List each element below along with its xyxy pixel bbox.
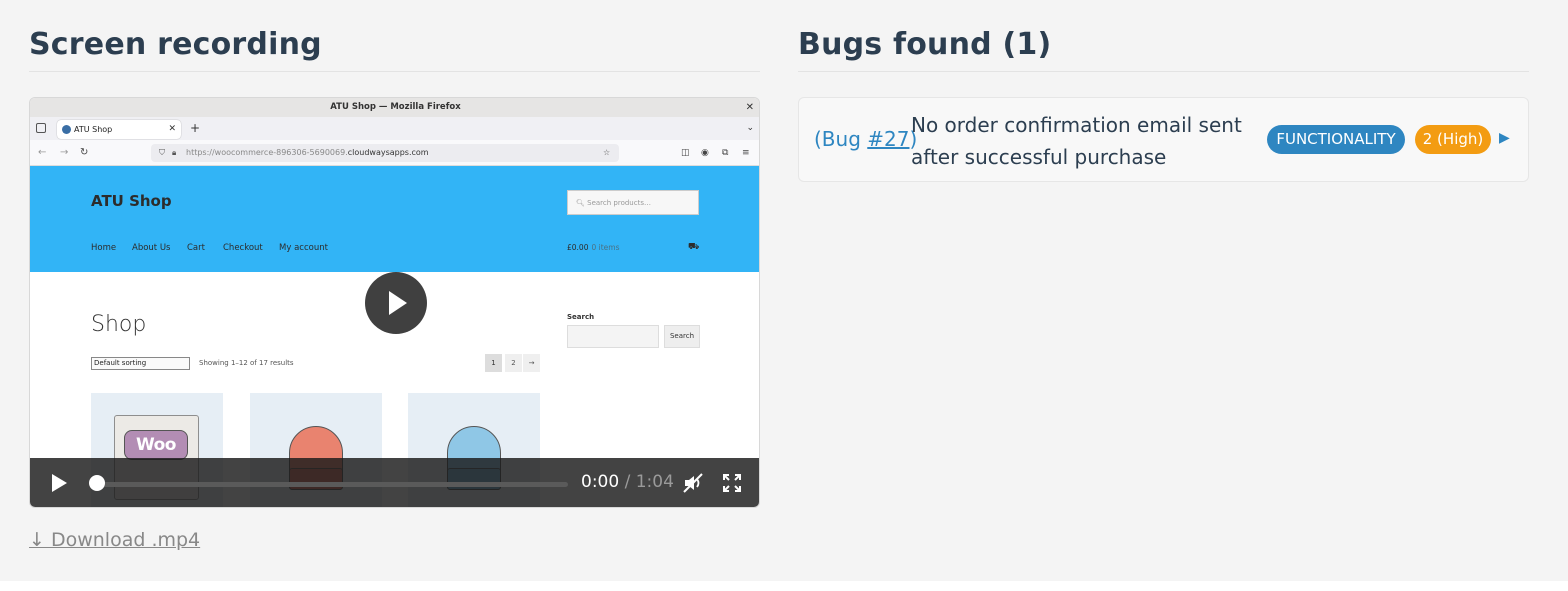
muted-speaker-icon[interactable] <box>682 472 704 494</box>
back-icon: ← <box>38 147 47 158</box>
url-prefix: https://woocommerce-896306-5690069. <box>186 148 348 157</box>
wordpress-icon <box>62 125 71 134</box>
new-tab-icon: + <box>190 121 201 135</box>
window-close-icon: ✕ <box>745 102 754 113</box>
bug-reference: (Bug #27) <box>814 127 917 151</box>
recording-divider <box>29 71 760 72</box>
bug-title: No order confirmation email sent after s… <box>911 113 1242 169</box>
sidebar-search-label: Search <box>567 313 595 321</box>
basket-icon: ⛟ <box>688 242 700 252</box>
bugs-heading: Bugs found (1) <box>798 27 1052 62</box>
play-icon <box>389 291 407 315</box>
browser-tab-label: ATU Shop <box>74 125 113 134</box>
shield-icon: ⛉ <box>159 148 165 157</box>
woo-logo: Woo <box>124 430 188 460</box>
url-domain: cloudwaysapps.com <box>347 148 429 157</box>
shop-page-2: 2 <box>505 354 522 372</box>
shop-nav-cart: Cart <box>187 243 205 253</box>
shop-site-title: ATU Shop <box>91 192 172 210</box>
tab-close-icon: ✕ <box>168 124 176 134</box>
reload-icon: ↻ <box>80 147 89 158</box>
tab-list-chevron-icon: ⌄ <box>746 123 754 133</box>
sidebar-search-button: Search <box>664 325 700 348</box>
shop-search-field: 🔍︎ Search products… <box>567 190 699 215</box>
duration: 1:04 <box>635 472 674 492</box>
seek-thumb[interactable] <box>89 475 105 491</box>
firefox-window-title: ATU Shop — Mozilla Firefox ✕ <box>30 98 759 117</box>
shop-nav-checkout: Checkout <box>223 243 263 253</box>
fullscreen-icon[interactable] <box>722 473 742 493</box>
shop-sorting-select: Default sorting <box>91 357 190 370</box>
shop-cart-items: 0 items <box>591 243 620 252</box>
bug-category-badge: FUNCTIONALITY <box>1267 125 1405 154</box>
bug-severity-badge: 2 (High) <box>1415 125 1491 154</box>
lock-icon: 🔒︎ <box>172 148 177 157</box>
recording-heading: Screen recording <box>29 27 322 62</box>
pocket-icon: ◫ <box>681 148 690 158</box>
bug-number-link[interactable]: #27 <box>867 127 909 151</box>
bookmark-star-icon: ☆ <box>603 148 611 157</box>
bug-ref-prefix: (Bug <box>814 127 868 151</box>
firefox-url-bar: ← → ↻ ⛉ 🔒︎ https://woocommerce-896306-56… <box>30 140 759 166</box>
video-controls: 0:00 / 1:04 <box>30 458 759 507</box>
time-display: 0:00 / 1:04 <box>581 472 674 492</box>
shop-nav-account: My account <box>279 243 328 253</box>
shop-cart-total: £0.00 <box>567 243 589 252</box>
download-mp4-link[interactable]: ↓ Download .mp4 <box>29 529 200 551</box>
window-title-text: ATU Shop — Mozilla Firefox <box>330 102 461 112</box>
browser-tab: ATU Shop ✕ <box>57 120 181 139</box>
shop-nav-home: Home <box>91 243 117 253</box>
shop-page-heading: Shop <box>91 312 147 337</box>
shop-page-next: → <box>523 354 540 372</box>
shop-site-header: ATU Shop 🔍︎ Search products… Home About … <box>30 166 759 272</box>
bugs-divider <box>798 71 1529 72</box>
shop-cart-summary: £0.00 0 items <box>567 243 620 252</box>
seek-bar[interactable] <box>96 482 568 487</box>
play-button-icon[interactable] <box>52 474 67 492</box>
bug-card[interactable]: (Bug #27) No order confirmation email se… <box>798 97 1529 182</box>
shop-result-count: Showing 1–12 of 17 results <box>199 359 294 367</box>
address-text: https://woocommerce-896306-5690069.cloud… <box>186 144 429 162</box>
big-play-button[interactable] <box>365 272 427 334</box>
expand-arrow-icon[interactable]: ▶ <box>1499 130 1510 146</box>
tab-overview-icon <box>36 123 46 133</box>
shop-nav-about: About Us <box>132 243 171 253</box>
firefox-tab-bar: ATU Shop ✕ + ⌄ <box>30 117 759 140</box>
account-icon: ◉ <box>701 148 709 158</box>
menu-icon: ≡ <box>742 148 750 158</box>
shop-page-1: 1 <box>485 354 502 372</box>
current-time: 0:00 <box>581 472 620 492</box>
sidebar-search-input <box>567 325 659 348</box>
forward-icon: → <box>60 147 69 158</box>
extensions-icon: ⧉ <box>722 148 729 158</box>
address-field: ⛉ 🔒︎ https://woocommerce-896306-5690069.… <box>151 144 619 162</box>
page-footer-band <box>0 581 1568 591</box>
shop-search-placeholder: 🔍︎ Search products… <box>576 199 651 207</box>
shop-search-placeholder-text: Search products… <box>587 199 651 207</box>
video-player[interactable]: ATU Shop — Mozilla Firefox ✕ ATU Shop ✕ … <box>29 97 760 508</box>
time-separator: / <box>619 472 636 492</box>
